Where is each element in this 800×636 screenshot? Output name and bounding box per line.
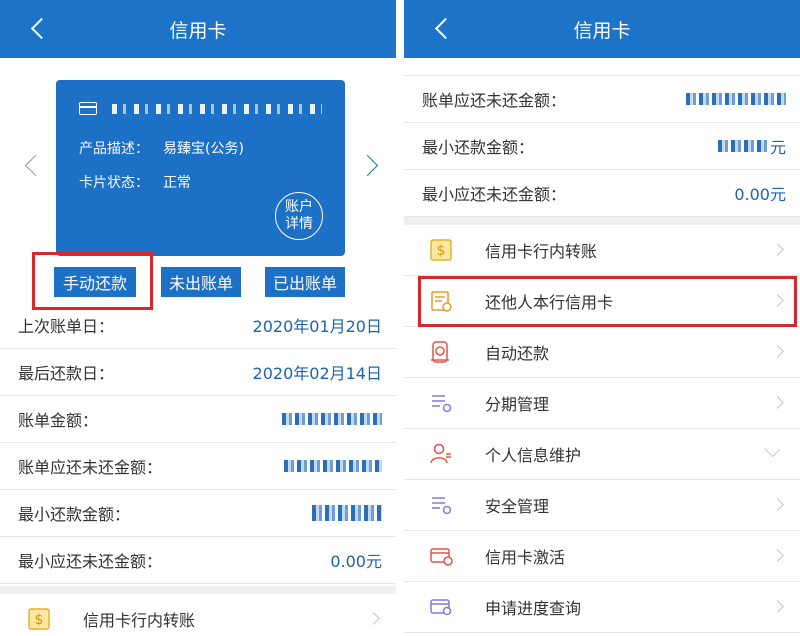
- highlight-box: [418, 276, 797, 327]
- card-icon: [79, 102, 97, 115]
- list-gear-icon: [428, 390, 454, 416]
- bill-info-list: 账单应还未还金额： 最小还款金额： 元 最小应还未还金额： 0.00元: [404, 58, 800, 217]
- status-row: 卡片状态： 正常: [79, 172, 191, 192]
- list-item: 最小应还未还金额： 0.00元: [0, 537, 396, 584]
- app-header: 信用卡: [404, 0, 800, 58]
- product-value: 易臻宝(公务): [163, 141, 244, 157]
- next-card-arrow-icon[interactable]: [362, 158, 376, 172]
- list-item: 最小还款金额：: [0, 490, 396, 537]
- chevron-right-icon: [771, 396, 784, 409]
- back-arrow-icon[interactable]: [30, 18, 48, 40]
- left-screen: 信用卡 产品描述： 易臻宝(公务) 卡片状态： 正常 账户详情 手动还款 未出账…: [0, 0, 396, 636]
- card-check-icon: [428, 543, 454, 569]
- masked-card-number: [112, 104, 322, 114]
- menu-item-personal-info[interactable]: 个人信息维护: [404, 429, 800, 480]
- menu-item-label: 个人信息维护: [485, 446, 582, 465]
- masked-amount: [284, 460, 382, 472]
- section-divider: [404, 217, 800, 225]
- menu-item-label: 自动还款: [485, 344, 550, 363]
- list-item: 账单金额：: [0, 396, 396, 443]
- screenshot-pair: 信用卡 产品描述： 易臻宝(公务) 卡片状态： 正常 账户详情 手动还款 未出账…: [0, 0, 800, 636]
- chevron-right-icon: [771, 498, 784, 511]
- menu-item-label: 信用卡激活: [485, 548, 566, 567]
- chevron-right-icon: [771, 345, 784, 358]
- list-item: 最后还款日： 2020年02月14日: [0, 349, 396, 396]
- page-title: 信用卡: [573, 19, 631, 42]
- menu-item-transfer[interactable]: $ 信用卡行内转账: [404, 225, 800, 276]
- card-search-icon: [428, 594, 454, 620]
- menu-item-activate[interactable]: 信用卡激活: [404, 531, 800, 582]
- list-item: 账单应还未还金额：: [0, 443, 396, 490]
- chevron-right-icon: [367, 612, 380, 625]
- masked-amount: [717, 140, 768, 152]
- billed-button[interactable]: 已出账单: [265, 267, 345, 297]
- chevron-down-icon: [764, 441, 781, 458]
- list-item: 上次账单日： 2020年01月20日: [0, 302, 396, 349]
- cut-off-row: [404, 58, 800, 76]
- menu-item-label: 信用卡行内转账: [83, 611, 196, 630]
- product-label: 产品描述：: [79, 141, 149, 157]
- svg-text:$: $: [437, 243, 446, 259]
- right-screen: 信用卡 账单应还未还金额： 最小还款金额： 元 最小应还未还金额： 0.00元: [404, 0, 800, 636]
- back-arrow-icon[interactable]: [434, 18, 452, 40]
- list-item: 最小还款金额： 元: [404, 123, 800, 170]
- dollar-icon: $: [26, 606, 52, 632]
- unbilled-button[interactable]: 未出账单: [161, 267, 241, 297]
- list-item: 最小应还未还金额： 0.00元: [404, 170, 800, 217]
- menu-item-installment[interactable]: 分期管理: [404, 378, 800, 429]
- menu-item-transfer[interactable]: $ 信用卡行内转账: [0, 594, 396, 636]
- menu-item-label: 安全管理: [485, 497, 550, 516]
- masked-amount: [686, 93, 786, 105]
- auto-repay-icon: [428, 339, 454, 365]
- chevron-right-icon: [771, 549, 784, 562]
- chevron-right-icon: [771, 243, 784, 256]
- menu-item-label: 申请进度查询: [485, 599, 582, 618]
- product-row: 产品描述： 易臻宝(公务): [79, 138, 244, 158]
- app-header: 信用卡: [0, 0, 396, 58]
- list-item: 账单应还未还金额：: [404, 76, 800, 123]
- page-title: 信用卡: [169, 19, 227, 42]
- dollar-icon: $: [428, 237, 454, 263]
- status-label: 卡片状态：: [79, 175, 149, 191]
- list-gear-icon: [428, 492, 454, 518]
- person-icon: [428, 441, 454, 467]
- menu-item-label: 信用卡行内转账: [485, 242, 598, 261]
- menu-item-progress[interactable]: 申请进度查询: [404, 582, 800, 633]
- chevron-right-icon: [771, 600, 784, 613]
- menu-list: $ 信用卡行内转账: [0, 594, 396, 636]
- masked-amount: [312, 505, 382, 521]
- menu-item-auto-repay[interactable]: 自动还款: [404, 327, 800, 378]
- status-value: 正常: [163, 175, 191, 191]
- account-detail-button[interactable]: 账户详情: [275, 192, 323, 240]
- masked-amount: [282, 413, 382, 425]
- credit-card: 产品描述： 易臻宝(公务) 卡片状态： 正常 账户详情: [56, 80, 345, 256]
- prev-card-arrow-icon[interactable]: [24, 158, 38, 172]
- menu-item-security[interactable]: 安全管理: [404, 480, 800, 531]
- section-divider: [0, 586, 396, 594]
- menu-item-label: 分期管理: [485, 395, 550, 414]
- bill-info-list: 上次账单日： 2020年01月20日 最后还款日： 2020年02月14日 账单…: [0, 302, 396, 584]
- svg-text:$: $: [35, 612, 44, 628]
